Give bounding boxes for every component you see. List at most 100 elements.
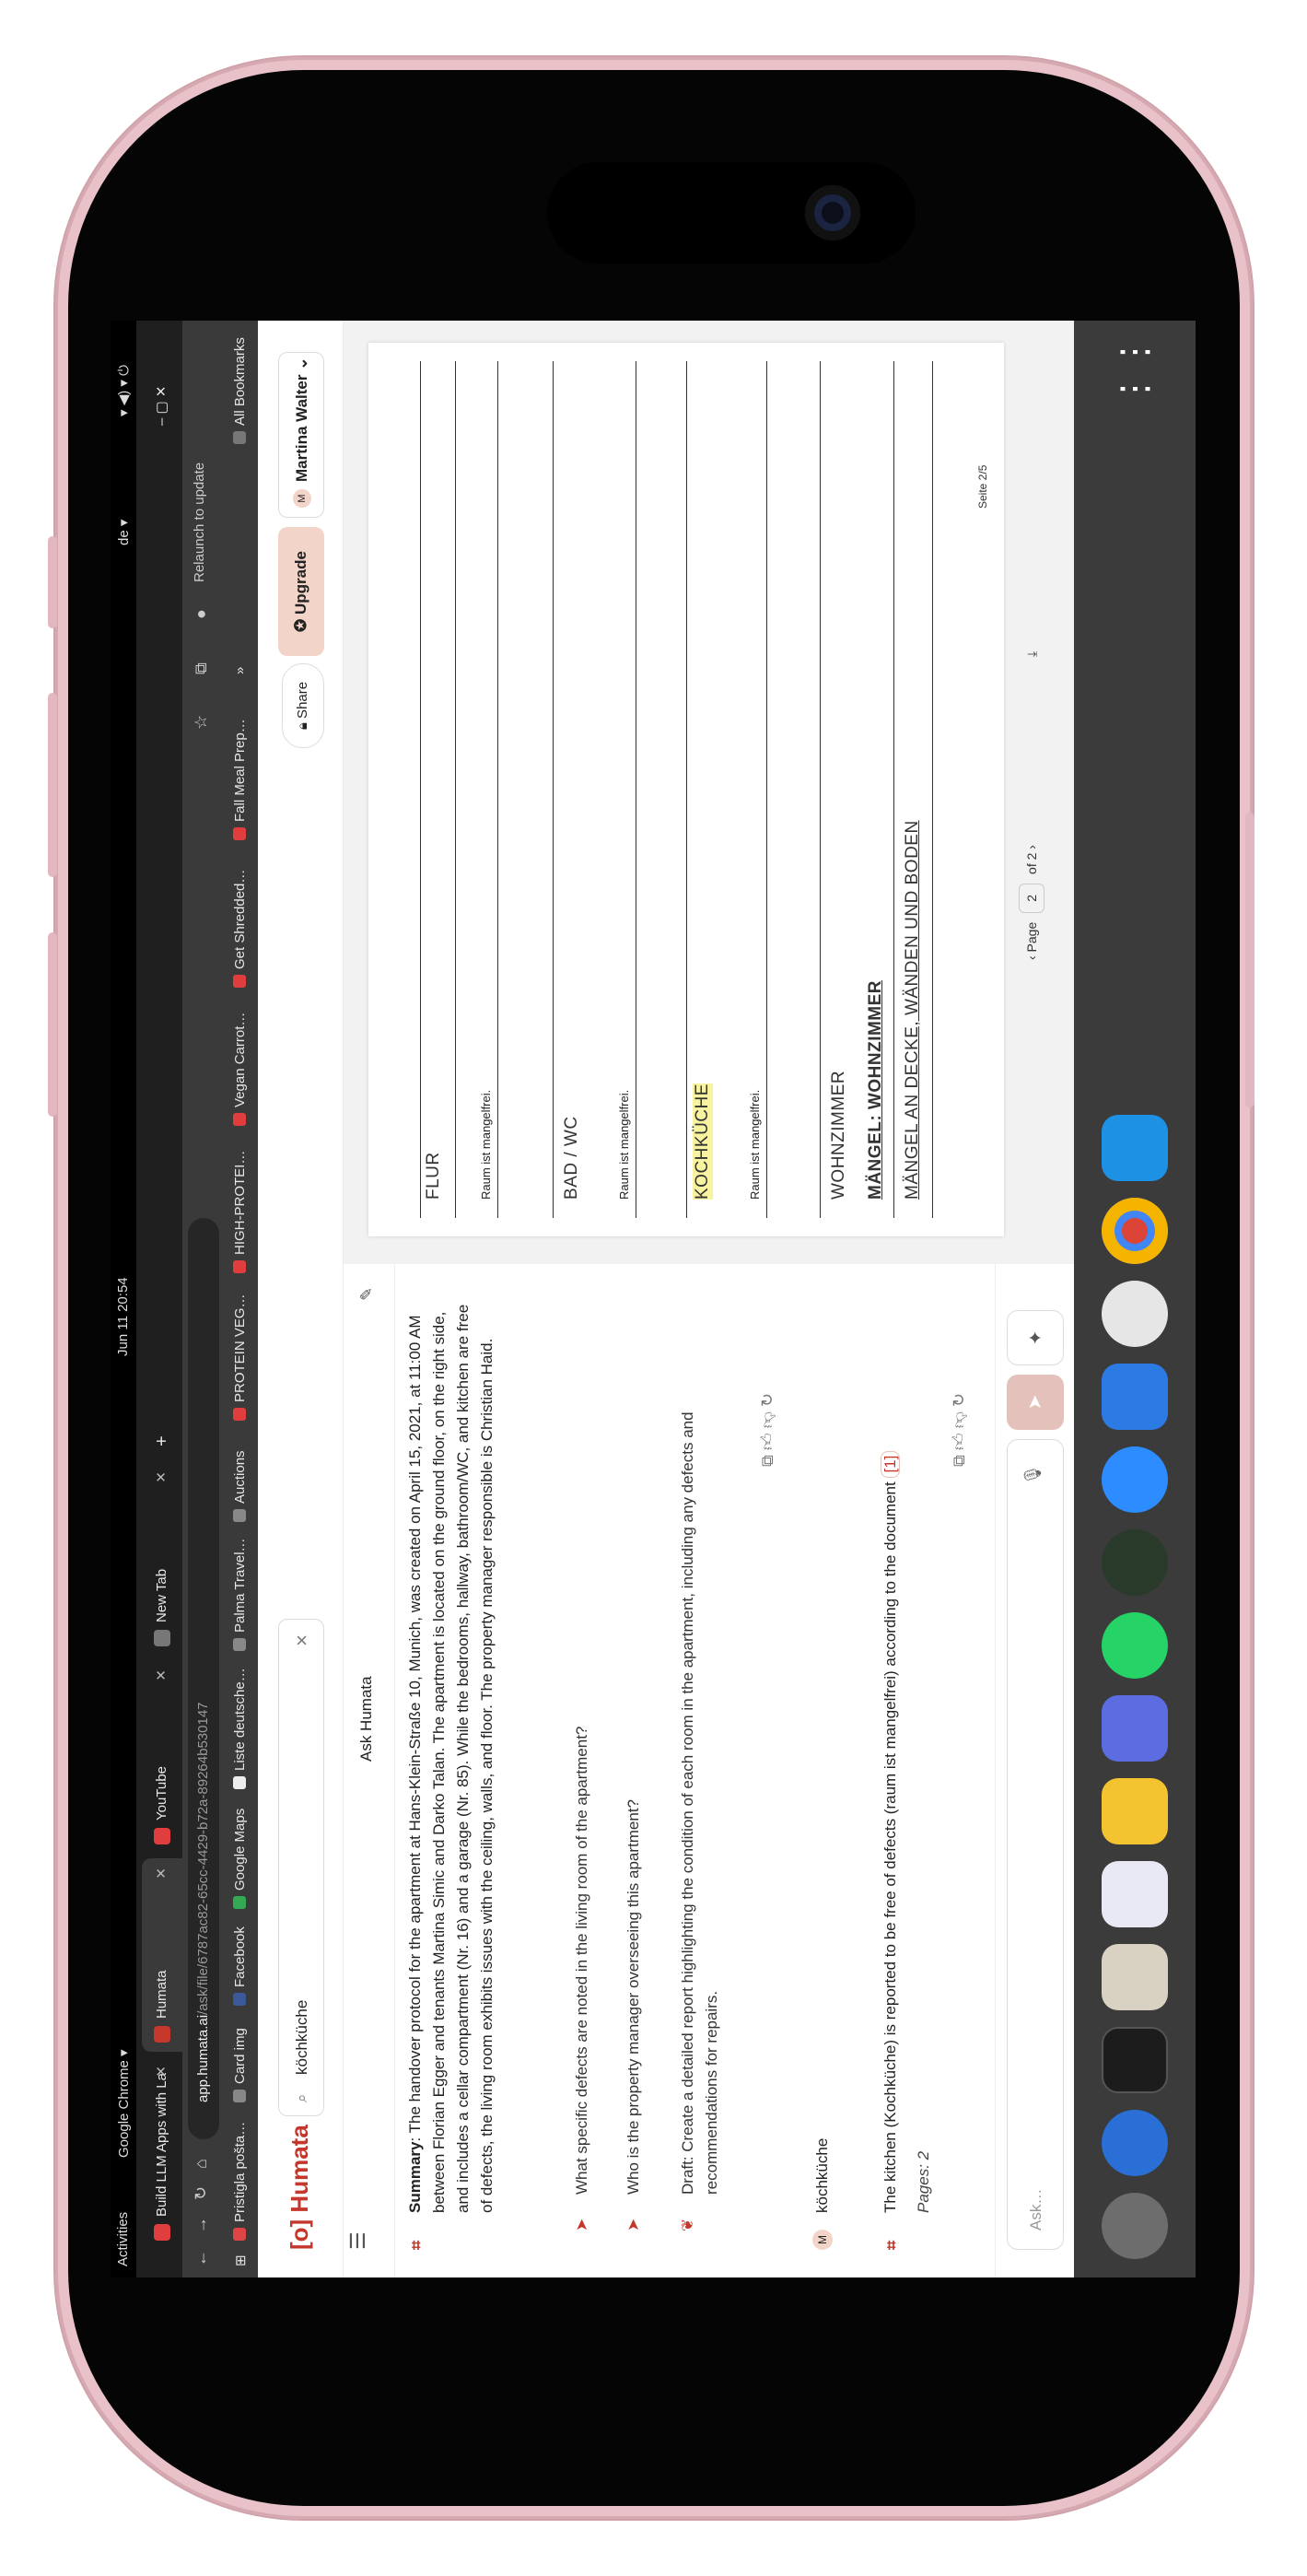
volume-down-button <box>48 932 57 1117</box>
bookmark-icon <box>233 2090 246 2102</box>
bookmark-item[interactable]: Pristigla pošta… <box>232 2122 248 2241</box>
new-tab-button[interactable]: + <box>142 1421 182 1458</box>
bookmark-item[interactable]: PROTEIN VEG… <box>232 1294 248 1421</box>
vscode-icon[interactable] <box>1102 1364 1168 1430</box>
sparkle-button[interactable]: ✦ <box>1007 1310 1064 1365</box>
clock[interactable]: Jun 11 20:54 <box>115 1277 131 1356</box>
bookmark-item[interactable]: Liste deutsche… <box>232 1668 248 1789</box>
tab-favicon-icon <box>154 1630 170 1646</box>
activities-button[interactable]: Activities <box>115 2212 131 2266</box>
send-button[interactable]: ➤ <box>1007 1375 1064 1430</box>
address-bar[interactable]: app.humata.ai/ask/file/6787ac82-65cc-442… <box>188 1218 219 2139</box>
copy-icon[interactable]: ⧉ <box>758 1455 776 1467</box>
tab-youtube[interactable]: YouTube ✕ <box>142 1660 182 1854</box>
tab-build-llm[interactable]: Build LLM Apps with La ✕ <box>142 2056 182 2250</box>
room-note: Raum ist mangelfrei. <box>617 1089 631 1200</box>
volume-up-button <box>48 693 57 877</box>
humata-logo[interactable]: [o] Humata <box>286 2125 314 2250</box>
close-icon[interactable]: ✕ <box>142 2066 182 2078</box>
bookmark-item[interactable]: Auctions <box>232 1450 248 1522</box>
tab-label: YouTube <box>154 1766 169 1821</box>
window-controls[interactable]: – ▢ ✕ <box>142 324 182 426</box>
thumbs-up-icon[interactable]: 👍︎ <box>950 1433 968 1450</box>
bookmark-label: Facebook <box>232 1926 248 1987</box>
menu-icon[interactable]: ☰ <box>346 2231 370 2250</box>
new-chat-icon[interactable]: ✎ <box>357 1287 377 1301</box>
app-grid-icon[interactable]: ⋮⋮ <box>1102 334 1168 407</box>
whatsapp-icon[interactable] <box>1102 1612 1168 1679</box>
citation-badge[interactable]: [1] <box>881 1450 900 1478</box>
apps-icon[interactable]: ⊞ <box>232 2254 249 2266</box>
screenshot-icon[interactable] <box>1102 1695 1168 1762</box>
chrome-icon[interactable] <box>1102 1198 1168 1264</box>
leaf-icon: ❦ <box>679 2218 696 2231</box>
reload-icon[interactable]: ↻ <box>192 2186 211 2200</box>
humata-avatar-icon: ⌗ <box>407 2240 426 2250</box>
form-line <box>553 361 554 1218</box>
app-menu[interactable]: Google Chrome ▾ <box>115 2049 132 2158</box>
close-icon[interactable]: ✕ <box>142 1669 182 1681</box>
regenerate-icon[interactable]: ↻ <box>758 1393 776 1407</box>
logo-text: Humata <box>286 2125 313 2213</box>
star-icon[interactable]: ☆ <box>192 715 211 730</box>
upgrade-button[interactable]: ✪ Upgrade <box>278 527 324 656</box>
suggestion-item[interactable]: ❦ Draft: Create a detailed report highlig… <box>676 1319 724 2231</box>
suggestion-item[interactable]: ➤ Who is the property manager overseeing … <box>624 1319 643 2231</box>
bookmark-item[interactable]: Card img <box>232 2028 248 2102</box>
document-page: FLUR Raum ist mangelfrei. BAD / WC Raum … <box>368 343 1004 1236</box>
copy-icon[interactable]: ⧉ <box>950 1455 968 1467</box>
bookmark-item[interactable]: Google Maps <box>232 1809 248 1909</box>
app-store-icon[interactable] <box>1102 1281 1168 1347</box>
humata-avatar-icon: ⌗ <box>882 2240 901 2250</box>
bookmark-item[interactable]: Facebook <box>232 1926 248 2006</box>
page-number-input[interactable]: 2 <box>1019 883 1044 913</box>
search-icon: ⌕ <box>293 2093 310 2102</box>
tab-humata[interactable]: Humata ✕ <box>142 1858 182 2052</box>
regenerate-icon[interactable]: ↻ <box>950 1393 968 1407</box>
back-icon[interactable]: ← <box>192 2250 211 2266</box>
thumbs-down-icon[interactable]: 👎︎ <box>758 1411 776 1428</box>
more-bookmarks-icon[interactable]: » <box>232 667 248 674</box>
desktop: Activities Google Chrome ▾ Jun 11 20:54 … <box>111 321 1196 2277</box>
suggestion-item[interactable]: ➤ What specific defects are noted in the … <box>573 1319 591 2231</box>
share-button[interactable]: 🔒︎ Share <box>282 663 324 748</box>
profile-icon[interactable]: ● <box>192 609 211 619</box>
relaunch-button[interactable]: Relaunch to update <box>192 463 207 582</box>
clear-icon[interactable]: × <box>279 1634 325 1646</box>
bookmark-item[interactable]: Vegan Carrot… <box>232 1013 248 1126</box>
locale-indicator[interactable]: de ▾ <box>115 520 132 545</box>
search-input[interactable]: ⌕ köchküche × <box>278 1619 324 2116</box>
bookmark-icon <box>233 1993 246 2006</box>
bookmark-label: All Bookmarks <box>232 337 248 426</box>
bookmark-item[interactable]: HIGH-PROTEI… <box>232 1151 248 1273</box>
next-page-icon[interactable]: › <box>1024 845 1039 849</box>
terminal-icon[interactable] <box>1102 2027 1168 2093</box>
all-bookmarks[interactable]: All Bookmarks <box>232 337 248 444</box>
avatar: M <box>293 489 311 508</box>
tab-new-tab[interactable]: New Tab ✕ <box>142 1462 182 1656</box>
text-editor-icon[interactable] <box>1102 1861 1168 1927</box>
extensions-icon[interactable]: ⧉ <box>192 662 211 674</box>
home-icon[interactable]: ⌂ <box>192 2159 211 2169</box>
files-icon[interactable] <box>1102 1944 1168 2010</box>
download-icon[interactable]: ⤓ <box>1024 651 1039 657</box>
prev-page-icon[interactable]: ‹ <box>1024 955 1039 960</box>
user-menu[interactable]: M Martina Walter ⌄ <box>278 352 324 518</box>
docker-icon[interactable] <box>1102 1115 1168 1181</box>
close-icon[interactable]: ✕ <box>142 1471 182 1483</box>
settings-icon[interactable] <box>1102 2193 1168 2259</box>
camera-app-icon[interactable] <box>1102 1529 1168 1596</box>
notes-icon[interactable] <box>1102 1778 1168 1844</box>
close-icon[interactable]: ✕ <box>142 1868 182 1879</box>
bookmark-item[interactable]: Palma Travel… <box>232 1538 248 1651</box>
help-icon[interactable] <box>1102 2110 1168 2176</box>
bookmark-item[interactable]: Fall Meal Prep… <box>232 719 248 840</box>
thumbs-down-icon[interactable]: 👎︎ <box>950 1411 968 1428</box>
chat-input[interactable]: Ask… <box>1007 1439 1064 2250</box>
forward-icon[interactable]: → <box>192 2217 211 2233</box>
thumbs-up-icon[interactable]: 👍︎ <box>758 1433 776 1450</box>
zoom-icon[interactable] <box>1102 1446 1168 1513</box>
status-icons[interactable]: ▾ ◀) ▾ ⏻ <box>115 365 132 416</box>
microphone-icon[interactable]: 🎙︎ <box>1023 1464 1043 1485</box>
bookmark-item[interactable]: Get Shredded… <box>232 870 248 988</box>
